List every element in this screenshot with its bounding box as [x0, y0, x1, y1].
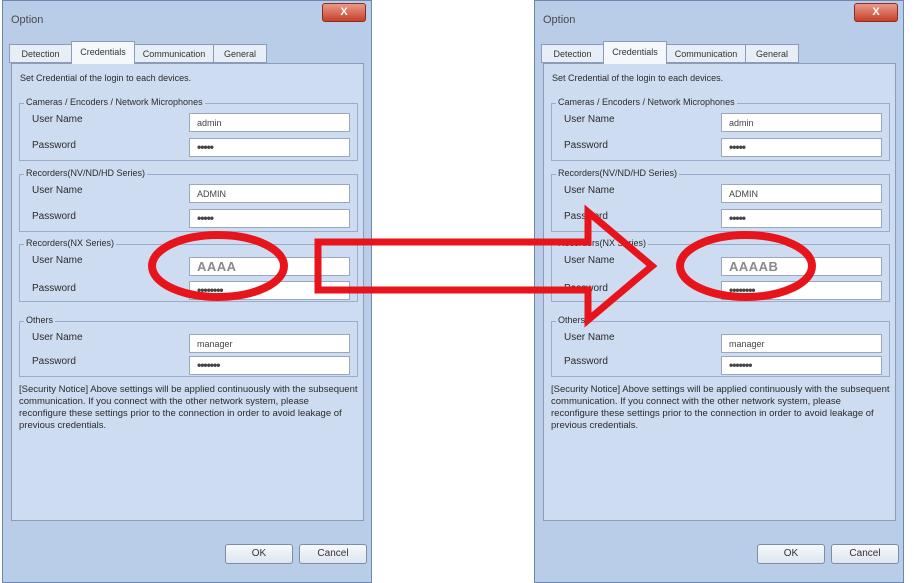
highlight-ellipse-left: [148, 231, 288, 301]
highlight-ellipse-right: [676, 231, 816, 301]
tab-credentials[interactable]: Credentials: [71, 41, 135, 64]
tab-credentials[interactable]: Credentials: [603, 41, 667, 64]
right-arrow-icon: [314, 204, 658, 328]
annotation-overlay: [148, 204, 816, 328]
